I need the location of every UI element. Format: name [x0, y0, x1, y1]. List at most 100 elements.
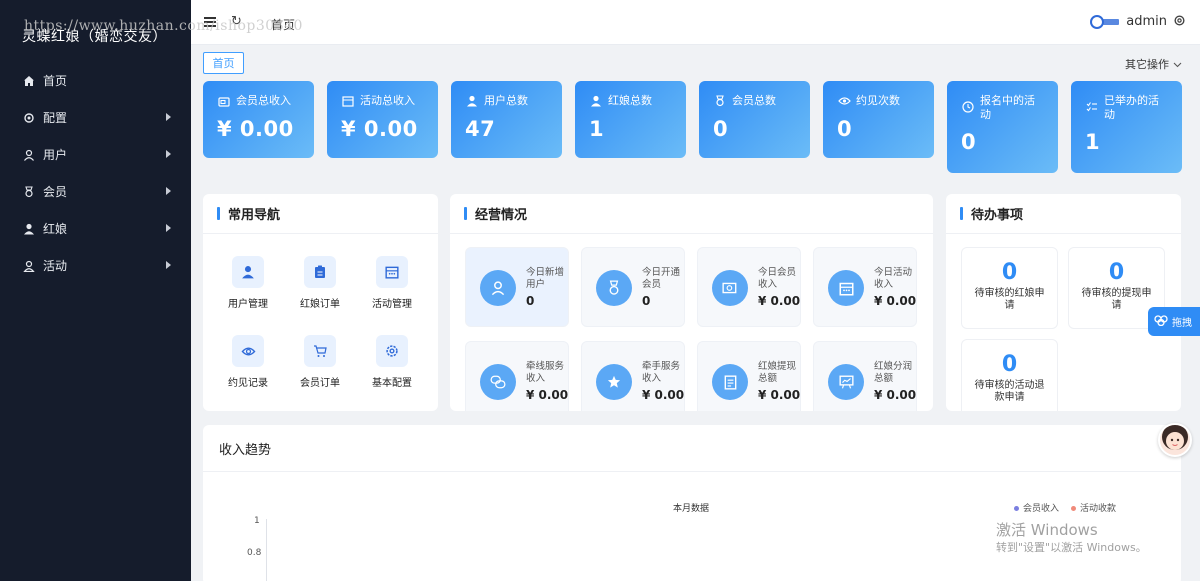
- biz-card-today-new-users: 今日新增用户 0: [465, 247, 569, 327]
- admin-username[interactable]: admin: [1126, 14, 1167, 29]
- chevron-right-icon: [166, 150, 171, 158]
- stat-label: 红娘总数: [608, 94, 652, 107]
- checklist-icon: [1085, 100, 1099, 114]
- person-icon: [22, 222, 36, 236]
- sidebar-item-activities[interactable]: 活动: [0, 247, 191, 284]
- sidebar-item-users[interactable]: 用户: [0, 136, 191, 173]
- biz-card-today-activity-income: 今日活动收入 ¥ 0.00: [813, 247, 917, 327]
- drag-floating-button[interactable]: 拖拽: [1148, 307, 1200, 336]
- drag-icon: [1154, 314, 1168, 329]
- title-accent: [217, 207, 220, 220]
- refresh-icon[interactable]: ↻: [231, 14, 242, 29]
- sidebar-item-label: 首页: [43, 74, 68, 88]
- settings-gear-icon[interactable]: [1173, 12, 1186, 31]
- stat-label: 会员总收入: [236, 94, 291, 107]
- stat-label: 已举办的活动: [1104, 94, 1159, 121]
- stat-label: 约见次数: [856, 94, 900, 107]
- legend-label: 会员收入: [1022, 504, 1059, 514]
- stat-value: 1: [1085, 130, 1101, 154]
- calendar-icon: [341, 94, 355, 108]
- stat-value: ¥ 0.00: [217, 117, 294, 141]
- nav-activity-management[interactable]: 活动管理: [356, 256, 428, 310]
- todo-panel: 待办事项 0 待审核的红娘申请 0 待审核的提现申请 0 待审核的活动退款申请: [946, 194, 1181, 411]
- todo-count: 0: [1001, 352, 1018, 377]
- board-icon: [828, 364, 864, 400]
- gear-icon: [22, 111, 36, 125]
- medal-icon: [22, 185, 36, 199]
- todo-count: 0: [1108, 260, 1125, 285]
- nav-label: 活动管理: [372, 299, 412, 310]
- chevron-down-icon: [1173, 58, 1182, 71]
- drag-label: 拖拽: [1172, 318, 1192, 329]
- user-icon: [465, 94, 479, 108]
- legend-dot: [1070, 506, 1076, 511]
- nav-label: 约见记录: [228, 378, 268, 389]
- tab-home[interactable]: 首页: [203, 52, 244, 74]
- legend-item-activity-income[interactable]: 活动收款: [1070, 501, 1116, 514]
- sidebar-item-home[interactable]: 首页: [0, 62, 191, 99]
- legend-label: 活动收款: [1079, 504, 1116, 514]
- brand-logo-icon: [1090, 13, 1120, 31]
- legend-dot: [1013, 506, 1019, 511]
- biz-label: 红娘分润总额: [874, 361, 913, 384]
- nav-member-orders[interactable]: 会员订单: [284, 335, 356, 389]
- other-ops-dropdown[interactable]: 其它操作: [1125, 56, 1182, 72]
- money-icon: [712, 270, 748, 306]
- biz-value: ¥ 0.00: [642, 388, 685, 402]
- sidebar-item-label: 红娘: [43, 222, 68, 236]
- nav-basic-config[interactable]: 基本配置: [356, 335, 428, 389]
- todo-card-matchmaker-applications[interactable]: 0 待审核的红娘申请: [961, 247, 1058, 329]
- stat-label: 活动总收入: [360, 94, 415, 107]
- breadcrumb: 首页: [271, 18, 296, 32]
- home-icon: [22, 74, 36, 88]
- sidebar-item-config[interactable]: 配置: [0, 99, 191, 136]
- biz-value: ¥ 0.00: [874, 294, 917, 308]
- todo-label: 待审核的红娘申请: [974, 288, 1045, 311]
- eye-icon: [837, 94, 851, 108]
- sidebar-item-members[interactable]: 会员: [0, 173, 191, 210]
- stat-card-matchmaker-total: 红娘总数 1: [575, 81, 686, 158]
- panel-title: 经营情况: [475, 208, 528, 223]
- stat-card-user-total: 用户总数 47: [451, 81, 562, 158]
- menu-toggle-icon[interactable]: [204, 17, 216, 27]
- nav-user-management[interactable]: 用户管理: [212, 256, 284, 310]
- assistant-avatar[interactable]: [1158, 423, 1192, 457]
- sidebar-item-label: 配置: [43, 111, 68, 125]
- user-outline-icon: [22, 259, 36, 273]
- stat-label: 用户总数: [484, 94, 528, 107]
- chevron-right-icon: [166, 113, 171, 121]
- common-nav-panel: 常用导航 用户管理 红娘订单 活动管理 约见记录 会员订单 基本配置: [203, 194, 438, 411]
- sidebar: 灵蝶红娘（婚恋交友） 首页 配置 用户 会员 红娘 活动: [0, 0, 191, 581]
- biz-value: ¥ 0.00: [758, 388, 801, 402]
- chevron-right-icon: [166, 187, 171, 195]
- clipboard-icon: [304, 256, 336, 288]
- gear-icon: [376, 335, 408, 367]
- topbar: ↻ 首页 admin: [191, 0, 1200, 45]
- biz-label: 牵手服务收入: [642, 361, 681, 384]
- nav-matchmaker-orders[interactable]: 红娘订单: [284, 256, 356, 310]
- biz-label: 红娘提现总额: [758, 361, 797, 384]
- chart-panel-title: 收入趋势: [203, 425, 1181, 472]
- chart-subtitle: 本月数据: [673, 504, 710, 514]
- other-ops-label: 其它操作: [1125, 58, 1169, 71]
- wallet-icon: [217, 94, 231, 108]
- legend-item-member-income[interactable]: 会员收入: [1013, 501, 1059, 514]
- medal-icon: [596, 270, 632, 306]
- biz-value: ¥ 0.00: [526, 388, 569, 402]
- biz-value: ¥ 0.00: [874, 388, 917, 402]
- windows-activation-hint: 转到"设置"以激活 Windows。: [996, 541, 1147, 554]
- todo-label: 待审核的活动退款申请: [974, 380, 1045, 403]
- todo-card-activity-refunds[interactable]: 0 待审核的活动退款申请: [961, 339, 1058, 411]
- biz-card-handholding-income: 牵手服务收入 ¥ 0.00: [581, 341, 685, 411]
- sidebar-menu: 首页 配置 用户 会员 红娘 活动: [0, 62, 191, 284]
- stat-value: 0: [837, 117, 853, 141]
- nav-label: 基本配置: [372, 378, 412, 389]
- stat-value: 47: [465, 117, 496, 141]
- biz-label: 今日会员收入: [758, 267, 797, 290]
- sidebar-item-label: 用户: [43, 148, 68, 162]
- user-area: admin: [1090, 12, 1186, 31]
- nav-meeting-records[interactable]: 约见记录: [212, 335, 284, 389]
- chat-icon: [480, 364, 516, 400]
- sidebar-item-matchmakers[interactable]: 红娘: [0, 210, 191, 247]
- biz-label: 今日活动收入: [874, 267, 913, 290]
